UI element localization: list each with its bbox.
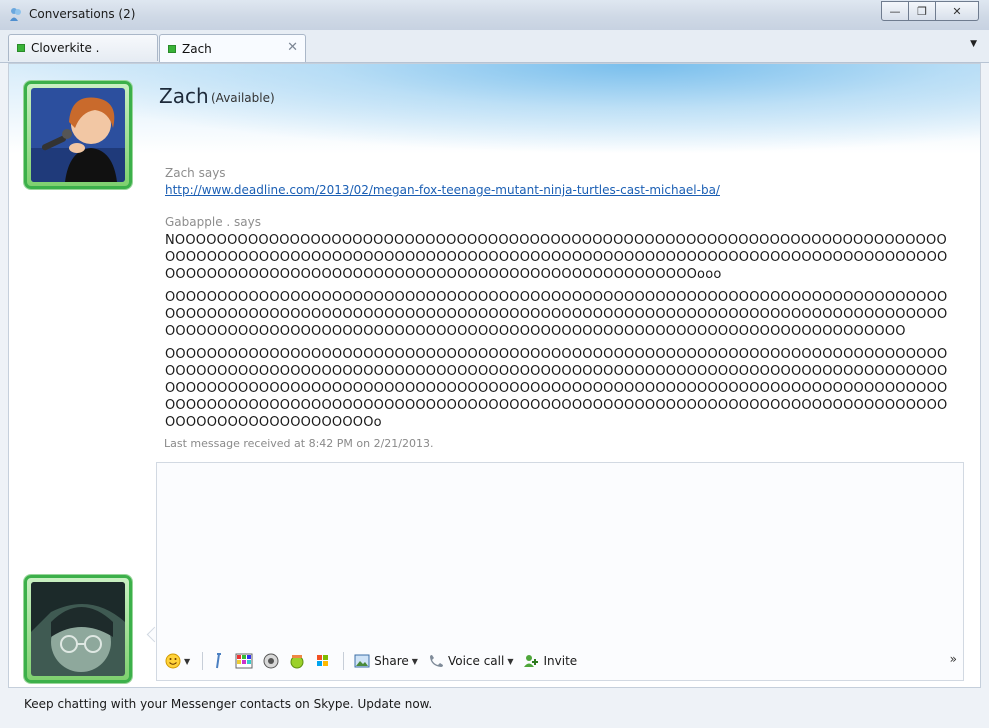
message-line: OOOOOOOOOOOOOOOOOOOOOOOOOOOOOOOOOOOOOOOO…	[165, 250, 948, 265]
message-sender: Zach says	[165, 166, 226, 180]
message-line: OOOOOOOOOOOOOOOOOOOOOOOOOOOOOOOOOOOOOOOO…	[165, 347, 948, 362]
message-line: NOOOOOOOOOOOOOOOOOOOOOOOOOOOOOOOOOOOOOOO…	[165, 233, 947, 248]
tab-list-dropdown-icon[interactable]: ▼	[970, 39, 977, 49]
message-line: OOOOOOOOOOOOOOOOOOOOOOOOOOOOOOOOOOOOOOOO…	[165, 364, 948, 379]
invite-button[interactable]: Invite	[523, 654, 577, 668]
window-title: Conversations (2)	[29, 7, 136, 21]
contact-display-picture	[31, 88, 125, 182]
conversation-pane: Zach (Available) Zach says http://www.de…	[8, 63, 981, 688]
games-button[interactable]	[289, 653, 305, 669]
skype-update-notice[interactable]: Keep chatting with your Messenger contac…	[24, 697, 432, 711]
voice-call-button[interactable]: Voice call ▼	[428, 654, 514, 668]
tab-label: Zach	[182, 41, 212, 56]
share-button[interactable]: Share ▼	[354, 654, 418, 668]
message-line: OOOOOOOOOOOOOOOOOOOOOOOOOOOOOOOOOOOOOOOO…	[165, 398, 948, 413]
chevron-down-icon: ▼	[507, 656, 514, 666]
message-sender: Gabapple . says	[165, 215, 261, 229]
speaker-icon	[263, 653, 279, 669]
picture-icon	[354, 654, 370, 668]
presence-online-icon	[17, 44, 25, 52]
title-bar: Conversations (2) — ❐ ✕	[0, 0, 989, 31]
game-face-icon	[290, 655, 304, 669]
windows-flag-icon	[317, 655, 329, 666]
anime-portrait-icon	[31, 582, 125, 676]
message-text-block: OOOOOOOOOOOOOOOOOOOOOOOOOOOOOOOOOOOOOOOO…	[165, 346, 965, 431]
message-line: OOOOOOOOOOOOOOOOOOOOOOOOOOOOOOOOOOOOOOOO…	[165, 290, 948, 305]
last-message-timestamp: Last message received at 8:42 PM on 2/21…	[164, 437, 434, 450]
toolbar-divider	[343, 652, 345, 670]
conversation-tab-bar: Cloverkite . Zach ✕ ▼	[0, 30, 989, 63]
close-tab-icon[interactable]: ✕	[287, 40, 298, 55]
wink-icon	[216, 653, 222, 669]
maximize-button[interactable]: ❐	[909, 1, 936, 21]
contact-avatar[interactable]	[24, 81, 132, 189]
toolbar-divider	[202, 652, 204, 670]
message-input-area[interactable]: ▼ Share ▼ Voice call ▼ Invite »	[156, 462, 964, 681]
close-window-button[interactable]: ✕	[936, 1, 979, 21]
message-line: OOOOOOOOOOOOOOOOOOOOOOOOOOOOOOOOOOOOOOOO…	[165, 381, 948, 396]
share-label: Share	[374, 654, 409, 668]
message-line: OOOOOOOOOOOOOOOOOOOOOOOOOOOOOOOOOOOOOOOO…	[165, 307, 948, 322]
contact-name: Zach	[159, 84, 209, 108]
message-text-block: OOOOOOOOOOOOOOOOOOOOOOOOOOOOOOOOOOOOOOOO…	[165, 289, 965, 340]
activities-button[interactable]	[315, 653, 331, 669]
composer-toolbar: ▼ Share ▼ Voice call ▼ Invite	[165, 650, 587, 672]
tab-cloverkite[interactable]: Cloverkite .	[8, 34, 158, 61]
voice-clip-button[interactable]	[263, 653, 279, 669]
message-text-block: NOOOOOOOOOOOOOOOOOOOOOOOOOOOOOOOOOOOOOOO…	[165, 232, 965, 283]
contact-status: (Available)	[211, 91, 275, 105]
smiley-icon	[165, 653, 181, 669]
message-link[interactable]: http://www.deadline.com/2013/02/megan-fo…	[165, 183, 965, 197]
message-line: OOOOOOOOOOOOOOOOOOOOo	[165, 415, 382, 430]
color-grid-icon	[235, 653, 253, 669]
chevron-down-icon: ▼	[184, 656, 191, 666]
more-options-icon[interactable]: »	[950, 652, 957, 666]
window-controls: — ❐ ✕	[881, 1, 979, 21]
tab-zach[interactable]: Zach ✕	[159, 34, 306, 62]
background-button[interactable]	[235, 653, 253, 669]
singer-illustration-icon	[31, 88, 125, 182]
header-banner	[9, 64, 980, 154]
message-history: Zach says http://www.deadline.com/2013/0…	[165, 166, 965, 437]
chevron-down-icon: ▼	[411, 656, 418, 666]
presence-online-icon	[168, 44, 176, 53]
message-line: OOOOOOOOOOOOOOOOOOOOOOOOOOOOOOOOOOOOOOOO…	[165, 267, 722, 282]
invite-label: Invite	[543, 654, 578, 668]
voice-call-label: Voice call	[447, 654, 505, 668]
tab-label: Cloverkite .	[31, 41, 100, 55]
messenger-app-icon	[10, 8, 21, 21]
emoticon-button[interactable]: ▼	[165, 653, 190, 669]
add-contact-icon	[524, 655, 539, 667]
message-line: OOOOOOOOOOOOOOOOOOOOOOOOOOOOOOOOOOOOOOOO…	[165, 324, 906, 339]
nudge-button[interactable]	[213, 653, 225, 669]
my-avatar[interactable]	[24, 575, 132, 683]
my-display-picture	[31, 582, 125, 676]
minimize-button[interactable]: —	[881, 1, 909, 21]
phone-icon	[429, 655, 443, 667]
